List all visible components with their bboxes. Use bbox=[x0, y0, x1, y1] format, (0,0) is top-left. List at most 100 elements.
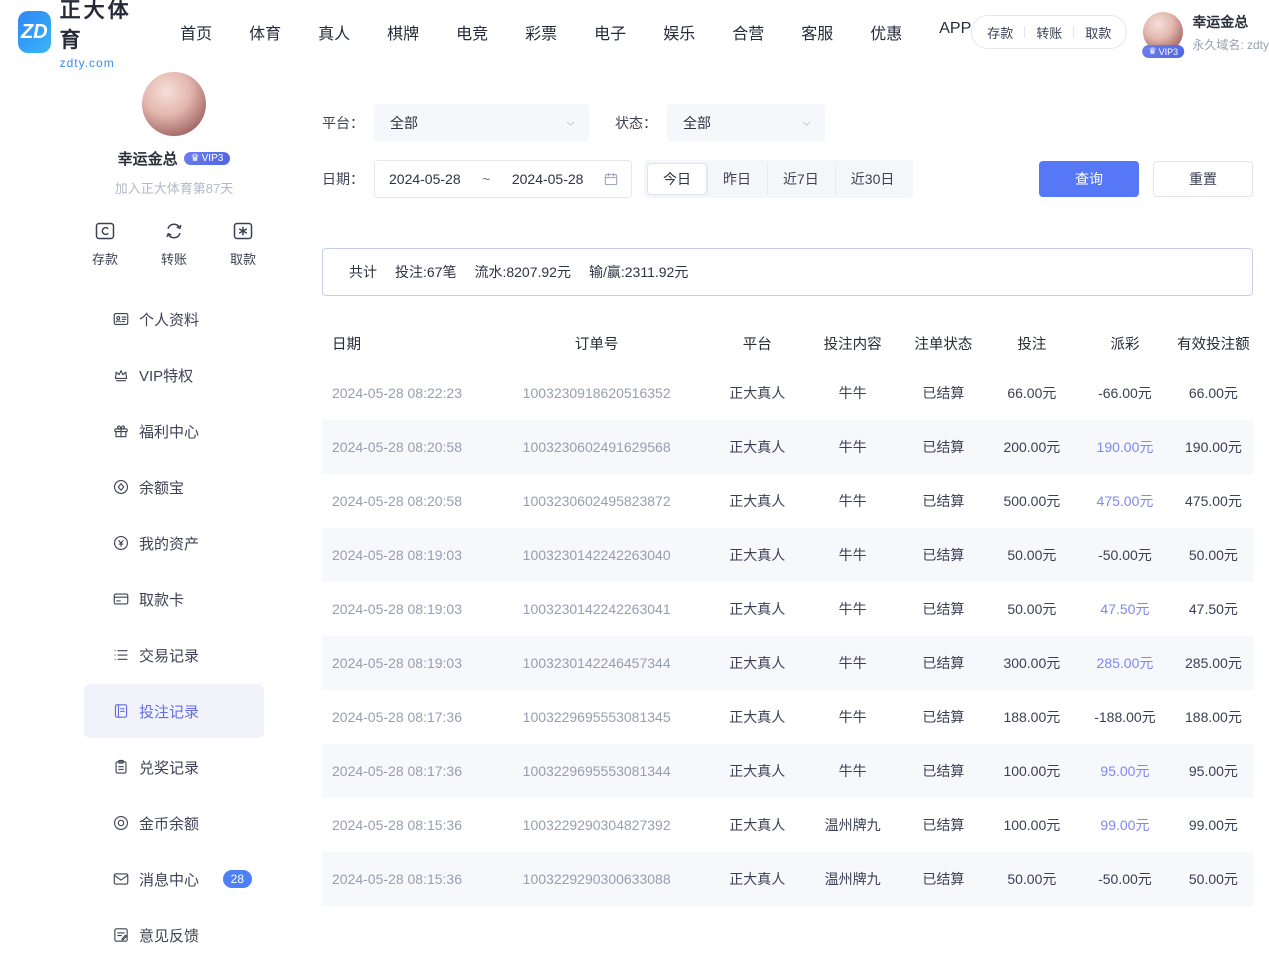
platform-select[interactable]: 全部 bbox=[374, 104, 589, 142]
cell-status: 已结算 bbox=[899, 798, 987, 852]
column-header-6: 派彩 bbox=[1076, 320, 1174, 366]
nav-item-sports[interactable]: 体育 bbox=[249, 20, 281, 44]
nav-item-home[interactable]: 首页 bbox=[180, 20, 212, 44]
cell-bet-content: 牛牛 bbox=[806, 690, 899, 744]
avatar[interactable]: ♛ VIP3 bbox=[1143, 12, 1183, 52]
nav-item-promotions[interactable]: 优惠 bbox=[870, 20, 902, 44]
nav-item-live[interactable]: 真人 bbox=[318, 20, 350, 44]
nav-item-chess[interactable]: 棋牌 bbox=[387, 20, 419, 44]
table-row: 2024-05-28 08:20:581003230602491629568正大… bbox=[322, 420, 1253, 474]
column-header-5: 投注 bbox=[988, 320, 1076, 366]
sidebar-item-coin-balance[interactable]: 金币余额 bbox=[84, 796, 264, 850]
gift-icon bbox=[112, 422, 130, 440]
idcard-icon bbox=[112, 310, 130, 328]
reset-button[interactable]: 重置 bbox=[1153, 161, 1253, 197]
cell-platform: 正大真人 bbox=[708, 852, 806, 906]
cell-platform: 正大真人 bbox=[708, 528, 806, 582]
range-yesterday[interactable]: 昨日 bbox=[707, 163, 767, 195]
crown-icon bbox=[112, 366, 130, 384]
profile-avatar[interactable] bbox=[142, 72, 206, 136]
sidebar-quick-actions: 存款转账 取款 bbox=[84, 219, 264, 268]
cell-bet-amount: 50.00元 bbox=[988, 528, 1076, 582]
cell-bet-amount: 188.00元 bbox=[988, 690, 1076, 744]
cell-valid-bet: 188.00元 bbox=[1174, 690, 1253, 744]
header-withdraw-link[interactable]: 取款 bbox=[1074, 23, 1122, 42]
profile-joined-days: 加入正大体育第87天 bbox=[84, 178, 264, 197]
cell-payout: 47.50元 bbox=[1076, 582, 1174, 636]
sidebar: 幸运金总 ♛ VIP3 加入正大体育第87天 存款转账取款 个人资料VIP特权福… bbox=[0, 64, 300, 964]
vip-badge: ♛ VIP3 bbox=[1143, 45, 1185, 58]
sidebar-item-bet-records[interactable]: 投注记录 bbox=[84, 684, 264, 738]
cell-date: 2024-05-28 08:19:03 bbox=[322, 528, 485, 582]
status-select[interactable]: 全部 bbox=[667, 104, 825, 142]
vip-badge: ♛ VIP3 bbox=[184, 152, 231, 165]
prize-icon bbox=[112, 758, 130, 776]
range-last7[interactable]: 近7日 bbox=[767, 163, 835, 195]
column-header-1: 订单号 bbox=[485, 320, 708, 366]
sidebar-item-withdraw-card[interactable]: 取款卡 bbox=[84, 572, 264, 626]
sidebar-item-welfare[interactable]: 福利中心 bbox=[84, 404, 264, 458]
status-select-value: 全部 bbox=[683, 113, 711, 133]
date-range-input[interactable]: 2024-05-28 ~ 2024-05-28 bbox=[374, 160, 632, 198]
sidebar-item-prize-records[interactable]: 兑奖记录 bbox=[84, 740, 264, 794]
cell-order-no: 1003229695553081344 bbox=[485, 744, 708, 798]
header-transfer-link[interactable]: 转账 bbox=[1025, 23, 1073, 42]
table-row: 2024-05-28 08:15:361003229290304827392正大… bbox=[322, 798, 1253, 852]
wallet-quick-links: 存款转账取款 bbox=[971, 15, 1127, 49]
quick-withdraw[interactable]: 取款 bbox=[230, 219, 256, 268]
diamond-circle-icon bbox=[112, 478, 130, 496]
table-row: 2024-05-28 08:15:361003229290300633088正大… bbox=[322, 852, 1253, 906]
sidebar-item-label: 取款卡 bbox=[139, 589, 184, 610]
sidebar-item-yuebao[interactable]: 余额宝 bbox=[84, 460, 264, 514]
main-nav: 首页 体育 真人 棋牌 电竞 彩票 电子 娱乐 合营 客服 优惠 APP bbox=[180, 20, 971, 44]
sidebar-item-assets[interactable]: 我的资产 bbox=[84, 516, 264, 570]
query-button[interactable]: 查询 bbox=[1039, 161, 1139, 197]
cell-payout: -50.00元 bbox=[1076, 852, 1174, 906]
cell-status: 已结算 bbox=[899, 690, 987, 744]
sidebar-item-profile[interactable]: 个人资料 bbox=[84, 292, 264, 346]
date-from: 2024-05-28 bbox=[389, 171, 461, 187]
summary-total-label: 共计 bbox=[349, 262, 377, 282]
nav-item-partner[interactable]: 合营 bbox=[732, 20, 764, 44]
cell-date: 2024-05-28 08:17:36 bbox=[322, 690, 485, 744]
filter-row-1: 平台： 全部 状态： 全部 bbox=[322, 104, 1253, 142]
nav-item-support[interactable]: 客服 bbox=[801, 20, 833, 44]
cell-order-no: 1003230142242263041 bbox=[485, 582, 708, 636]
withdraw-icon bbox=[231, 219, 255, 243]
summary-bets: 投注:67笔 bbox=[395, 262, 456, 282]
mail-icon bbox=[112, 870, 130, 888]
range-today[interactable]: 今日 bbox=[647, 163, 707, 195]
header-deposit-link[interactable]: 存款 bbox=[976, 23, 1024, 42]
cell-valid-bet: 99.00元 bbox=[1174, 798, 1253, 852]
nav-item-entertainment[interactable]: 娱乐 bbox=[663, 20, 695, 44]
sidebar-item-feedback[interactable]: 意见反馈 bbox=[84, 908, 264, 962]
quick-transfer-label: 转账 bbox=[161, 249, 187, 268]
cell-date: 2024-05-28 08:19:03 bbox=[322, 636, 485, 690]
nav-item-lottery[interactable]: 彩票 bbox=[525, 20, 557, 44]
chevron-down-icon bbox=[800, 117, 813, 130]
cell-payout: -50.00元 bbox=[1076, 528, 1174, 582]
sidebar-item-vip[interactable]: VIP特权 bbox=[84, 348, 264, 402]
sidebar-item-label: 金币余额 bbox=[139, 813, 199, 834]
header-user[interactable]: ♛ VIP3 幸运金总 永久域名: zdty bbox=[1143, 12, 1269, 53]
quick-deposit[interactable]: 存款 bbox=[92, 219, 118, 268]
cell-bet-amount: 200.00元 bbox=[988, 420, 1076, 474]
cell-date: 2024-05-28 08:22:23 bbox=[322, 366, 485, 420]
sidebar-item-messages[interactable]: 消息中心28 bbox=[84, 852, 264, 906]
filter-row-2: 日期： 2024-05-28 ~ 2024-05-28 今日昨日近7日近30日 … bbox=[322, 160, 1253, 198]
nav-item-esports[interactable]: 电竞 bbox=[456, 20, 488, 44]
logo[interactable]: ZD 正大体育 zdty.com bbox=[18, 0, 134, 70]
header-right: 存款转账取款 ♛ VIP3 幸运金总 永久域名: zdty bbox=[971, 12, 1269, 53]
nav-item-app[interactable]: APP bbox=[939, 20, 971, 44]
quick-transfer[interactable]: 转账 bbox=[161, 219, 187, 268]
sidebar-item-transactions[interactable]: 交易记录 bbox=[84, 628, 264, 682]
cell-payout: 285.00元 bbox=[1076, 636, 1174, 690]
column-header-7: 有效投注额 bbox=[1174, 320, 1253, 366]
nav-item-slots[interactable]: 电子 bbox=[594, 20, 626, 44]
table-header-row: 日期订单号平台投注内容注单状态投注派彩有效投注额 bbox=[322, 320, 1253, 366]
cell-status: 已结算 bbox=[899, 744, 987, 798]
range-last30[interactable]: 近30日 bbox=[835, 163, 911, 195]
sidebar-item-label: VIP特权 bbox=[139, 365, 193, 386]
cell-bet-amount: 66.00元 bbox=[988, 366, 1076, 420]
summary-win-loss: 输/赢:2311.92元 bbox=[589, 262, 688, 282]
